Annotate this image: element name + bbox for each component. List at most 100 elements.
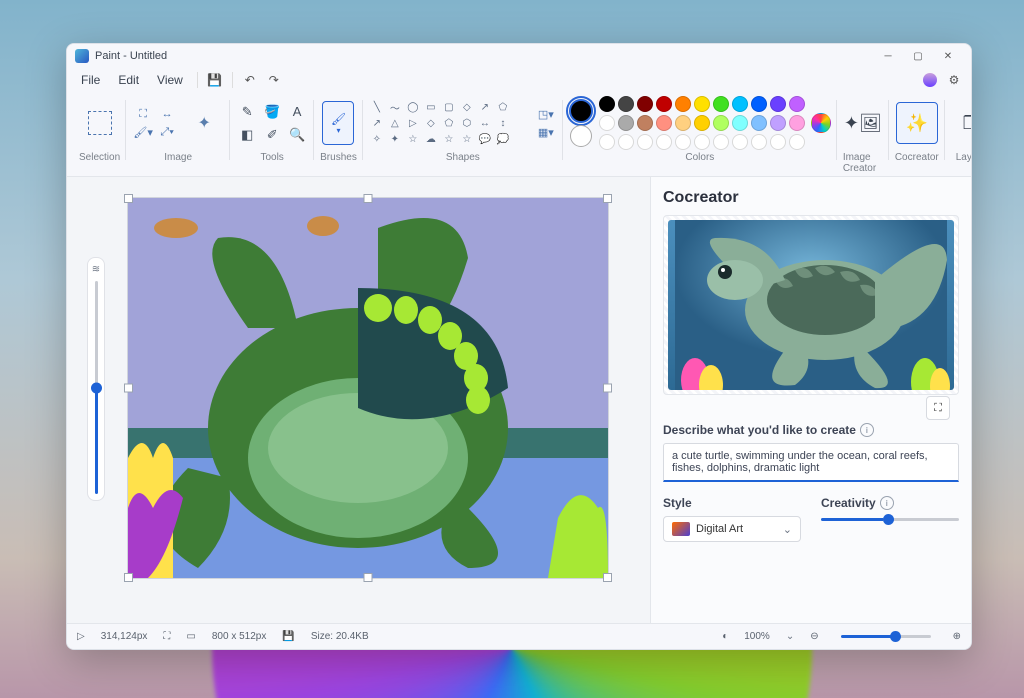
selection-tool-button[interactable] <box>80 101 120 145</box>
menu-file[interactable]: File <box>73 71 108 89</box>
group-label-image-creator: Image Creator <box>843 152 883 174</box>
save-icon[interactable]: 💾 <box>204 69 226 91</box>
color-swatch[interactable] <box>599 96 615 112</box>
color-swatch[interactable] <box>656 134 672 150</box>
copilot-icon[interactable]: ◐ <box>722 631 728 642</box>
group-label-selection: Selection <box>79 152 120 163</box>
style-select[interactable]: Digital Art ⌄ <box>663 516 801 542</box>
color-secondary[interactable] <box>570 125 592 147</box>
color-swatch[interactable] <box>599 134 615 150</box>
group-label-shapes: Shapes <box>446 152 480 163</box>
color-swatch[interactable] <box>656 96 672 112</box>
image-creator-button[interactable]: ✦🖼 <box>843 103 883 143</box>
color-swatch[interactable] <box>732 96 748 112</box>
eraser-tool-icon[interactable]: ◧ <box>236 125 258 145</box>
zoom-in-icon[interactable]: ⊕ <box>953 631 961 642</box>
group-label-colors: Colors <box>685 152 714 163</box>
flip-icon[interactable]: ⤢▾ <box>156 124 178 140</box>
menu-edit[interactable]: Edit <box>110 71 147 89</box>
color-swatch[interactable] <box>618 115 634 131</box>
generated-image-frame: ⛶ <box>663 215 959 395</box>
generated-image[interactable] <box>668 220 954 390</box>
zoom-out-icon[interactable]: ⊖ <box>810 631 818 642</box>
color-swatch[interactable] <box>618 134 634 150</box>
title-bar[interactable]: Paint - Untitled ─ ▢ ✕ <box>67 44 971 68</box>
color-swatch[interactable] <box>694 115 710 131</box>
zoom-slider[interactable] <box>841 635 931 638</box>
info-icon[interactable]: i <box>880 496 894 510</box>
color-swatch[interactable] <box>751 115 767 131</box>
color-primary[interactable] <box>569 99 593 123</box>
group-label-image: Image <box>164 152 192 163</box>
color-swatch[interactable] <box>770 96 786 112</box>
color-swatch[interactable] <box>713 96 729 112</box>
canvas[interactable] <box>127 197 609 579</box>
color-swatch[interactable] <box>789 115 805 131</box>
shapes-gallery[interactable]: ╲〜◯▭▢◇↗⬠ ↗△▷◇⬠⬡↔↕ ✧✦☆☁☆☆💬💭 <box>369 100 529 146</box>
brushes-button[interactable]: 🖌▾ <box>322 101 354 145</box>
color-swatch[interactable] <box>751 96 767 112</box>
menu-view[interactable]: View <box>149 71 191 89</box>
undo-icon[interactable]: ↶ <box>239 69 261 91</box>
close-button[interactable]: ✕ <box>933 44 963 68</box>
shape-fill-icon[interactable]: ▦▾ <box>535 124 557 140</box>
color-swatch[interactable] <box>732 115 748 131</box>
pencil-tool-icon[interactable]: ✎ <box>236 102 258 122</box>
picker-tool-icon[interactable]: ✐ <box>261 125 283 145</box>
color-swatch[interactable] <box>599 115 615 131</box>
settings-gear-icon[interactable]: ⚙ <box>943 69 965 91</box>
color-swatch[interactable] <box>770 134 786 150</box>
resize-icon[interactable]: ↔ <box>156 106 178 122</box>
brush-size-icon: ≋ <box>92 264 100 275</box>
status-bar: ▷ 314,124px ⛶ ▭ 800 x 512px 💾 Size: 20.4… <box>67 623 971 649</box>
canvas-size-icon: ▭ <box>186 631 195 642</box>
color-swatch[interactable] <box>637 134 653 150</box>
size-slider[interactable] <box>95 281 98 494</box>
color-swatch[interactable] <box>694 134 710 150</box>
color-swatch[interactable] <box>789 96 805 112</box>
chevron-down-icon[interactable]: ⌄ <box>786 631 794 642</box>
info-icon[interactable]: i <box>860 423 874 437</box>
group-colors: Colors <box>563 96 837 174</box>
enlarge-icon[interactable]: ⛶ <box>926 396 950 420</box>
color-palette <box>599 96 805 150</box>
color-swatch[interactable] <box>637 115 653 131</box>
edit-colors-button[interactable] <box>811 113 831 133</box>
group-image: ⛶ ↔ 🖌▾ ⤢▾ ✦ Image <box>126 96 230 174</box>
remove-background-button[interactable]: ✦ <box>184 101 224 145</box>
crop-icon[interactable]: ⛶ <box>132 106 154 122</box>
minimize-button[interactable]: ─ <box>873 44 903 68</box>
color-swatch[interactable] <box>732 134 748 150</box>
color-swatch[interactable] <box>713 134 729 150</box>
user-avatar-icon[interactable] <box>919 69 941 91</box>
magnifier-tool-icon[interactable]: 🔍 <box>286 125 308 145</box>
color-swatch[interactable] <box>675 134 691 150</box>
group-shapes: ╲〜◯▭▢◇↗⬠ ↗△▷◇⬠⬡↔↕ ✧✦☆☁☆☆💬💭 ◳▾ ▦▾ Shapes <box>363 96 563 174</box>
color-swatch[interactable] <box>618 96 634 112</box>
shape-outline-icon[interactable]: ◳▾ <box>535 106 557 122</box>
rotate-icon[interactable]: 🖌▾ <box>132 124 154 140</box>
color-swatch[interactable] <box>675 115 691 131</box>
cocreator-button[interactable]: ✨ <box>896 102 938 144</box>
color-swatch[interactable] <box>656 115 672 131</box>
text-tool-icon[interactable]: A <box>286 102 308 122</box>
color-swatch[interactable] <box>675 96 691 112</box>
window-title: Paint - Untitled <box>95 50 167 62</box>
color-swatch[interactable] <box>694 96 710 112</box>
color-swatch[interactable] <box>751 134 767 150</box>
redo-icon[interactable]: ↷ <box>263 69 285 91</box>
layers-button[interactable]: ❐ <box>951 103 972 143</box>
group-image-creator: ✦🖼 Image Creator <box>837 96 889 174</box>
color-swatch[interactable] <box>713 115 729 131</box>
chevron-down-icon: ⌄ <box>783 523 792 536</box>
creativity-slider[interactable] <box>821 518 959 521</box>
zoom-level[interactable]: 100% <box>744 631 770 642</box>
color-swatch[interactable] <box>789 134 805 150</box>
group-brushes: 🖌▾ Brushes <box>314 96 363 174</box>
maximize-button[interactable]: ▢ <box>903 44 933 68</box>
color-swatch[interactable] <box>770 115 786 131</box>
fill-tool-icon[interactable]: 🪣 <box>261 102 283 122</box>
prompt-input[interactable] <box>663 443 959 482</box>
color-swatch[interactable] <box>637 96 653 112</box>
user-drawing <box>128 198 608 578</box>
